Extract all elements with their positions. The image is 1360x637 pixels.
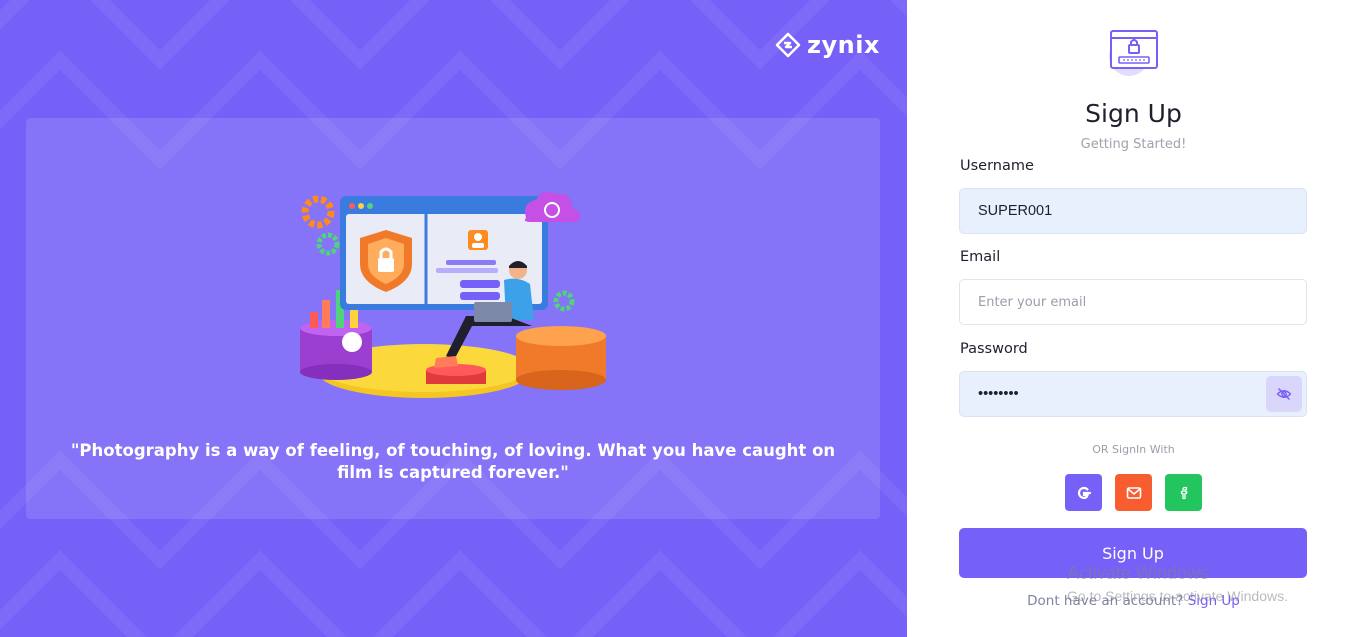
lock-icon: [1109, 30, 1158, 76]
eye-off-icon: [1276, 388, 1292, 400]
email-label: Email: [960, 249, 1001, 265]
google-signin-button[interactable]: [1065, 474, 1102, 511]
watermark-subtitle: Go to Settings to activate Windows.: [1067, 588, 1288, 604]
password-input[interactable]: [959, 371, 1307, 417]
watermark-title: Activate Windows: [1067, 563, 1210, 583]
brand-name: zynix: [807, 31, 880, 59]
brand-logo[interactable]: zynix: [775, 31, 880, 59]
signup-panel: Sign Up Getting Started! Username Email …: [907, 0, 1360, 637]
page-subtitle: Getting Started!: [1080, 137, 1187, 152]
zynix-logo-icon: [775, 32, 801, 58]
email-signin-button[interactable]: [1115, 474, 1152, 511]
google-icon: [1077, 486, 1091, 499]
security-illustration: [300, 192, 606, 398]
page-title: Sign Up: [1085, 99, 1182, 128]
password-label: Password: [960, 341, 1028, 357]
or-signin-divider: OR SignIn With: [1092, 443, 1175, 456]
username-input[interactable]: [959, 188, 1307, 234]
hero-card: "Photography is a way of feeling, of tou…: [26, 118, 880, 519]
username-label: Username: [960, 158, 1034, 174]
email-input[interactable]: [959, 279, 1307, 325]
mail-icon: [1126, 486, 1141, 499]
facebook-signin-button[interactable]: [1165, 474, 1202, 511]
facebook-icon: [1180, 486, 1187, 499]
toggle-password-visibility-button[interactable]: [1266, 376, 1302, 412]
hero-quote: "Photography is a way of feeling, of tou…: [70, 441, 836, 482]
activate-windows-watermark: Activate Windows Go to Settings to activ…: [1067, 563, 1288, 604]
hero-panel: zynix "Photography is a way of feeling, …: [0, 0, 907, 637]
